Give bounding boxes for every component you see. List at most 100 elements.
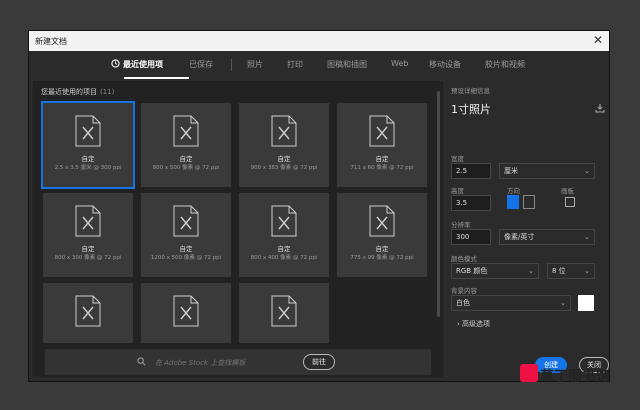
tab-film[interactable]: 胶片和视频 (485, 59, 525, 70)
recent-panel: 您最近使用的项目 (11) 自定 2.5 x 3.5 厘米 @ 300 ppi 自定 8… (33, 81, 443, 377)
new-document-dialog: 新建文档 ✕ 最近使用项 已保存 照片 打印 图稿和插图 Web 移动设备 胶片… (28, 30, 610, 382)
preset-card[interactable] (141, 283, 231, 343)
preset-card-dims: 775 x 99 像素 @ 72 ppi (350, 255, 414, 261)
recent-count: (11) (100, 88, 115, 96)
stock-search-bar: 前往 (45, 349, 431, 375)
background-label: 背景内容 (451, 287, 477, 295)
artboard-label: 画板 (561, 187, 574, 195)
preset-card[interactable]: 自定 1200 x 500 像素 @ 72 ppi (141, 193, 231, 277)
preset-card-dims: 900 x 383 像素 @ 72 ppi (250, 165, 318, 171)
document-icon (369, 205, 395, 237)
background-color-swatch[interactable] (578, 295, 594, 311)
tab-print[interactable]: 打印 (287, 59, 303, 70)
preset-card-name: 自定 (179, 245, 193, 253)
artboard-checkbox[interactable] (565, 197, 575, 207)
window-title: 新建文档 (35, 37, 67, 46)
titlebar: 新建文档 ✕ (29, 31, 609, 51)
tab-recent[interactable]: 最近使用项 (111, 59, 163, 70)
height-field[interactable]: 3.5 (451, 195, 491, 211)
preset-card-dims: 1200 x 500 像素 @ 72 ppi (150, 255, 222, 261)
preset-details-panel: 预设详细信息 1寸照片 宽度 2.5 厘米 ⌄ 高度 3.5 方向 画板 分辨率 … (443, 81, 609, 381)
recent-heading-text: 您最近使用的项目 (41, 88, 97, 96)
recent-heading: 您最近使用的项目 (11) (41, 87, 114, 97)
watermark: 草丁图书馆 (518, 360, 636, 390)
preset-card[interactable]: 自定 711 x 60 像素 @ 72 ppi (337, 103, 427, 187)
color-mode-select[interactable]: RGB 颜色 ⌄ (451, 263, 539, 279)
preset-card-name: 自定 (375, 245, 389, 253)
save-preset-icon[interactable] (595, 103, 605, 113)
watermark-text: 草丁图书馆 (540, 369, 610, 385)
document-icon (173, 115, 199, 147)
search-icon (137, 357, 146, 366)
preset-card[interactable] (43, 283, 133, 343)
bit-depth-value: 8 位 (552, 267, 566, 275)
preset-card[interactable]: 自定 775 x 99 像素 @ 72 ppi (337, 193, 427, 277)
orientation-label: 方向 (507, 187, 520, 195)
preset-card-dims: 800 x 500 像素 @ 72 ppi (152, 165, 220, 171)
preset-card-name: 自定 (277, 155, 291, 163)
width-label: 宽度 (451, 155, 464, 163)
unit-select[interactable]: 厘米 ⌄ (499, 163, 595, 179)
unit-value: 厘米 (504, 167, 518, 175)
document-icon (271, 115, 297, 147)
document-icon (369, 115, 395, 147)
category-tabs: 最近使用项 已保存 照片 打印 图稿和插图 Web 移动设备 胶片和视频 (29, 53, 609, 79)
document-icon (173, 205, 199, 237)
preset-card[interactable]: 自定 800 x 500 像素 @ 72 ppi (141, 103, 231, 187)
scrollbar[interactable] (437, 91, 440, 317)
tab-saved[interactable]: 已保存 (189, 59, 213, 70)
watermark-logo-icon (520, 364, 538, 382)
advanced-options-label: 高级选项 (462, 320, 491, 328)
preset-card-name: 自定 (375, 155, 389, 163)
document-icon (271, 205, 297, 237)
tab-divider (231, 59, 232, 71)
portrait-orientation-button[interactable] (507, 195, 519, 209)
go-button[interactable]: 前往 (303, 354, 335, 370)
preset-card[interactable]: 自定 800 x 300 像素 @ 72 ppi (43, 193, 133, 277)
background-value: 白色 (456, 299, 470, 307)
document-icon (75, 115, 101, 147)
chevron-right-icon: › (457, 320, 460, 328)
preset-card[interactable] (239, 283, 329, 343)
preset-card-name: 自定 (81, 155, 95, 163)
tab-recent-label: 最近使用项 (123, 60, 163, 69)
landscape-orientation-button[interactable] (523, 195, 535, 209)
chevron-down-icon: ⌄ (584, 267, 590, 275)
color-mode-label: 颜色模式 (451, 255, 477, 263)
preset-card-dims: 800 x 400 像素 @ 72 ppi (250, 255, 318, 261)
close-icon[interactable]: ✕ (593, 33, 603, 47)
document-icon (173, 295, 199, 327)
chevron-down-icon: ⌄ (584, 233, 590, 241)
chevron-down-icon: ⌄ (528, 267, 534, 275)
document-icon (75, 295, 101, 327)
resolution-unit-select[interactable]: 像素/英寸 ⌄ (499, 229, 595, 245)
preset-card[interactable]: 自定 2.5 x 3.5 厘米 @ 300 ppi (41, 101, 135, 189)
preset-card-dims: 711 x 60 像素 @ 72 ppi (350, 165, 414, 171)
search-input[interactable] (153, 355, 307, 371)
preset-card-name: 自定 (179, 155, 193, 163)
tab-art[interactable]: 图稿和插图 (327, 59, 367, 70)
document-icon (75, 205, 101, 237)
width-field[interactable]: 2.5 (451, 163, 491, 179)
resolution-field[interactable]: 300 (451, 229, 491, 245)
preset-card[interactable]: 自定 900 x 383 像素 @ 72 ppi (239, 103, 329, 187)
bit-depth-select[interactable]: 8 位 ⌄ (547, 263, 595, 279)
preset-card[interactable]: 自定 800 x 400 像素 @ 72 ppi (239, 193, 329, 277)
preset-section-label: 预设详细信息 (451, 87, 490, 95)
background-select[interactable]: 白色 ⌄ (451, 295, 571, 311)
document-icon (271, 295, 297, 327)
tab-web[interactable]: Web (391, 59, 408, 68)
height-label: 高度 (451, 187, 464, 195)
resolution-label: 分辨率 (451, 221, 471, 229)
clock-icon (111, 59, 120, 68)
chevron-down-icon: ⌄ (560, 299, 566, 307)
tab-photo[interactable]: 照片 (247, 59, 263, 70)
preset-card-dims: 2.5 x 3.5 厘米 @ 300 ppi (54, 165, 122, 171)
tab-mobile[interactable]: 移动设备 (429, 59, 461, 70)
advanced-options-toggle[interactable]: › 高级选项 (457, 319, 490, 329)
preset-card-dims: 800 x 300 像素 @ 72 ppi (54, 255, 122, 261)
preset-name[interactable]: 1寸照片 (451, 101, 491, 117)
preset-card-name: 自定 (277, 245, 291, 253)
active-tab-indicator (124, 77, 189, 79)
preset-card-name: 自定 (81, 245, 95, 253)
